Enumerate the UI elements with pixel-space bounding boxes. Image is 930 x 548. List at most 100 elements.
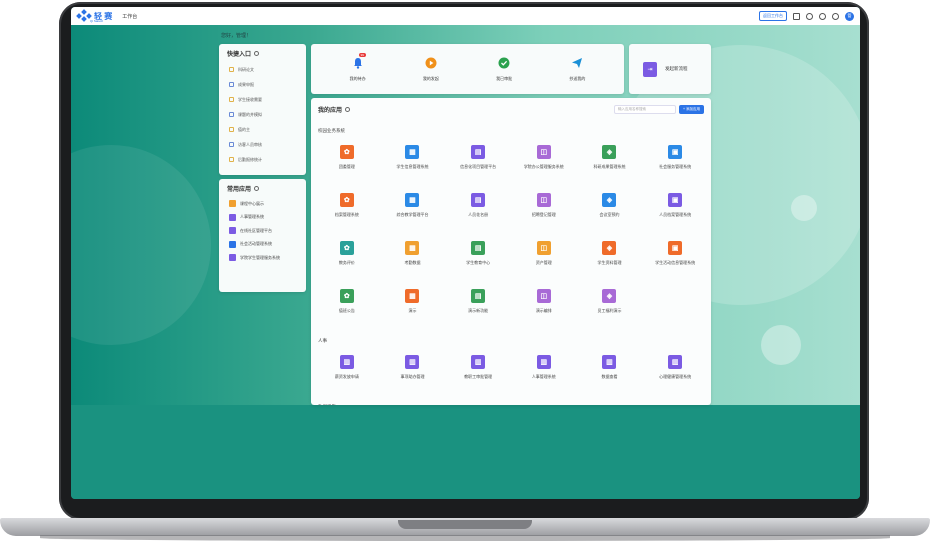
app-icon: ◈	[602, 241, 617, 255]
app-tile[interactable]: ▤ 学生教育中心	[445, 236, 511, 284]
document-icon	[229, 67, 234, 72]
workspace-label: 工作台	[122, 13, 138, 20]
quick-link-item[interactable]: 科研论文	[219, 62, 306, 77]
app-tile[interactable]: ▦ 学生信息管理系统	[380, 140, 446, 188]
app-category-title: 数据采集	[311, 404, 711, 405]
app-tile[interactable]: ▥ 心理健康管理系统	[642, 350, 708, 398]
app-tile[interactable]: ◈ 员工福利演示	[577, 284, 643, 332]
my-apps-body: 校园业务系统 ✿ 团委管理 ▦ 学生信息管理系统 ▤ 信息化项目管理平台 ◫ 学院办公管理服务系…	[311, 128, 711, 405]
app-tile[interactable]: ◈ 会议室预约	[577, 188, 643, 236]
avatar[interactable]: 管	[845, 11, 854, 21]
app-icon: ▤	[471, 145, 486, 159]
app-tile[interactable]: ▥ 薪资发放申请	[314, 350, 380, 398]
info-icon[interactable]	[254, 186, 260, 191]
app-icon: ◫	[536, 145, 551, 159]
app-icon: ▦	[405, 193, 420, 207]
quick-link-label: 成果申报	[238, 81, 254, 87]
app-tile[interactable]: ▣ 人员档案管理系统	[642, 188, 708, 236]
document-icon	[229, 142, 234, 147]
decor-circle	[761, 325, 801, 365]
app-category-title: 人事	[318, 338, 327, 343]
summary-item[interactable]: 99 我的待办	[349, 53, 366, 82]
app-label: 社会服务管理系统	[659, 164, 692, 169]
quick-link-item[interactable]: 后勤报修统计	[219, 152, 306, 167]
app-icon: ▣	[668, 241, 683, 255]
app-tile[interactable]: ◫ 招聘登记管理	[511, 188, 577, 236]
greeting-text: 您好，管理！	[221, 33, 252, 39]
app-tile[interactable]: ▣ 社会服务管理系统	[642, 140, 708, 188]
common-app-item[interactable]: 学院学生管理服务系统	[219, 251, 306, 265]
logo-subtitle: Qi Saisoft	[90, 19, 104, 23]
process-summary-card: 99 我的待办 我的发起 我已审批 抄送我的	[311, 44, 624, 94]
common-app-item[interactable]: 社会活动管理系统	[219, 238, 306, 252]
app-tile[interactable]: ◫ 学院办公管理服务系统	[511, 140, 577, 188]
check-icon	[497, 56, 511, 70]
common-app-label: 在线社区管理平台	[240, 227, 272, 233]
common-app-item[interactable]: 课程中心展示	[219, 197, 306, 211]
common-app-label: 人事管理系统	[240, 214, 264, 220]
app-tile[interactable]: ✿ 值班公告	[314, 284, 380, 332]
info-icon[interactable]	[345, 107, 351, 112]
app-grid: ▥ 薪资发放申请 ▥ 事项助办管理 ▥ 教职工审批管理 ▥ 人事管理系统 ▥ 数据查看 ▥ 心理健康管…	[311, 350, 711, 398]
bell-icon	[351, 56, 365, 70]
top-right-actions: 返回工作台 管	[759, 11, 854, 21]
add-app-button[interactable]: + 添加应用	[678, 105, 704, 114]
app-tile[interactable]: ▥ 人事管理系统	[511, 350, 577, 398]
app-icon	[229, 213, 236, 221]
app-tile[interactable]: ▤ 人员花名册	[445, 188, 511, 236]
quick-link-label: 值的主	[238, 126, 250, 132]
app-label: 演示新功能	[468, 308, 489, 313]
quick-link-item[interactable]: 访客人员审核	[219, 137, 306, 152]
my-apps-title: 我的应用	[318, 105, 351, 114]
quick-link-label: 访客人员审核	[238, 141, 262, 147]
app-label: 人员花名册	[468, 212, 489, 217]
quick-link-item[interactable]: 值的主	[219, 122, 306, 137]
app-tile[interactable]: ▦ 演示	[380, 284, 446, 332]
screen-icon[interactable]	[793, 12, 800, 20]
app-tile[interactable]: ▣ 学生活动信息管理系统	[642, 236, 708, 284]
summary-item[interactable]: 我已审批	[496, 56, 512, 82]
quick-link-item[interactable]: 成果申报	[219, 77, 306, 92]
app-icon: ▤	[471, 289, 486, 303]
app-tile[interactable]: ▥ 事项助办管理	[380, 350, 446, 398]
app-tile[interactable]: ▦ 综合教学管理平台	[380, 188, 446, 236]
quick-link-item[interactable]: 课题的并模拟	[219, 107, 306, 122]
app-tile[interactable]: ◫ 演示编排	[511, 284, 577, 332]
app-label: 团委管理	[338, 164, 355, 169]
back-to-workspace-button[interactable]: 返回工作台	[759, 11, 787, 21]
app-tile[interactable]: ▥ 数据查看	[577, 350, 643, 398]
summary-label: 我的待办	[349, 76, 366, 81]
app-label: 教务评价	[338, 260, 355, 265]
info-icon[interactable]	[254, 51, 260, 56]
count-badge: 99	[358, 53, 366, 57]
app-tile[interactable]: ◈ 科研成果管理系统	[577, 140, 643, 188]
quick-links-list: 科研论文成果申报学生接收需要 课题的并模拟值的主访客人员审核后勤报修统计	[219, 62, 306, 167]
common-app-item[interactable]: 在线社区管理平台	[219, 224, 306, 238]
summary-item[interactable]: 我的发起	[423, 56, 439, 82]
app-label: 事项助办管理	[400, 374, 425, 379]
app-icon	[229, 254, 236, 262]
app-tile[interactable]: ✿ 教务评价	[314, 236, 380, 284]
new-process-label: 发起新流程	[665, 66, 688, 71]
app-icon: ◫	[536, 193, 551, 207]
new-process-button[interactable]: ⇥ 发起新流程	[629, 44, 711, 94]
app-icon: ▤	[471, 193, 486, 207]
help-icon[interactable]	[819, 12, 826, 20]
app-tile[interactable]: ◫ 资产管理	[511, 236, 577, 284]
app-tile[interactable]: ▥ 教职工审批管理	[445, 350, 511, 398]
app-icon: ◫	[536, 289, 551, 303]
quick-link-item[interactable]: 学生接收需要	[219, 92, 306, 107]
app-search-input[interactable]: 输入应用名称搜索	[613, 105, 676, 114]
notification-bell-icon[interactable]	[806, 12, 813, 20]
app-tile[interactable]: ▤ 信息化项目管理平台	[445, 140, 511, 188]
common-app-item[interactable]: 人事管理系统	[219, 211, 306, 225]
settings-gear-icon[interactable]	[832, 12, 839, 20]
app-tile[interactable]: ✿ 团委管理	[314, 140, 380, 188]
app-tile[interactable]: ◈ 学生资料管理	[577, 236, 643, 284]
app-label: 资产管理	[535, 260, 552, 265]
app-tile[interactable]: ✿ 档案管理系统	[314, 188, 380, 236]
app-icon: ▥	[668, 355, 683, 369]
app-tile[interactable]: ▦ 考勤数据	[380, 236, 446, 284]
summary-item[interactable]: 抄送我的	[569, 56, 585, 82]
app-tile[interactable]: ▤ 演示新功能	[445, 284, 511, 332]
